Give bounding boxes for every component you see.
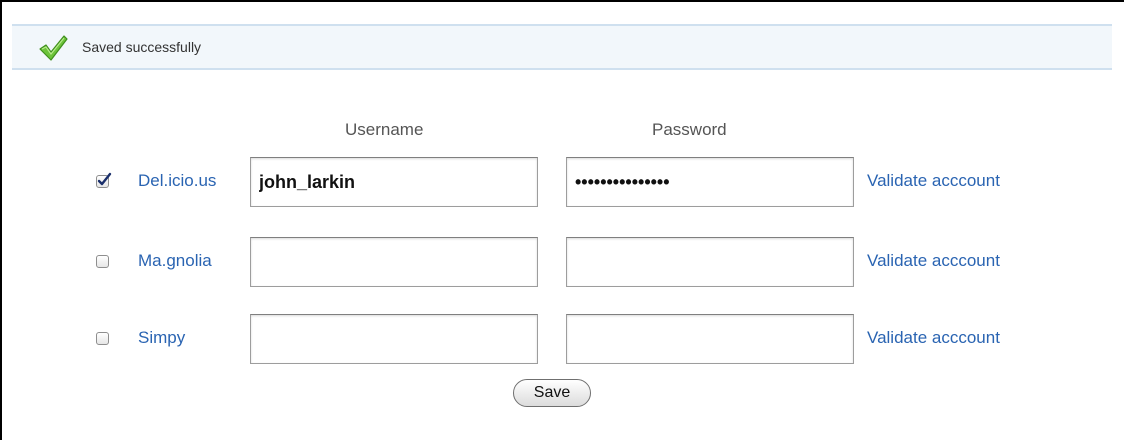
- checkmark-icon: [97, 172, 112, 186]
- simpy-password-input[interactable]: [566, 314, 854, 364]
- simpy-validate-link[interactable]: Validate acccount: [867, 328, 1000, 348]
- magnolia-username-input[interactable]: [250, 237, 538, 287]
- simpy-checkbox[interactable]: [96, 332, 109, 345]
- simpy-username-input[interactable]: [250, 314, 538, 364]
- password-column-header: Password: [652, 120, 727, 139]
- account-row-simpy: Simpy Validate acccount: [0, 314, 1126, 366]
- simpy-link[interactable]: Simpy: [138, 328, 185, 348]
- account-row-magnolia: Ma.gnolia Validate acccount: [0, 237, 1126, 289]
- delicious-password-input[interactable]: [566, 157, 854, 207]
- success-banner: Saved successfully: [12, 24, 1112, 70]
- banner-message: Saved successfully: [82, 39, 202, 55]
- delicious-validate-link[interactable]: Validate acccount: [867, 171, 1000, 191]
- check-icon: [38, 34, 68, 62]
- magnolia-validate-link[interactable]: Validate acccount: [867, 251, 1000, 271]
- delicious-username-input[interactable]: [250, 157, 538, 207]
- magnolia-link[interactable]: Ma.gnolia: [138, 251, 212, 271]
- delicious-checkbox[interactable]: [96, 172, 112, 188]
- magnolia-checkbox[interactable]: [96, 255, 109, 268]
- save-button[interactable]: Save: [513, 379, 591, 407]
- username-column-header: Username: [345, 120, 424, 139]
- magnolia-password-input[interactable]: [566, 237, 854, 287]
- account-row-delicious: Del.icio.us Validate acccount: [0, 157, 1126, 209]
- delicious-link[interactable]: Del.icio.us: [138, 171, 216, 191]
